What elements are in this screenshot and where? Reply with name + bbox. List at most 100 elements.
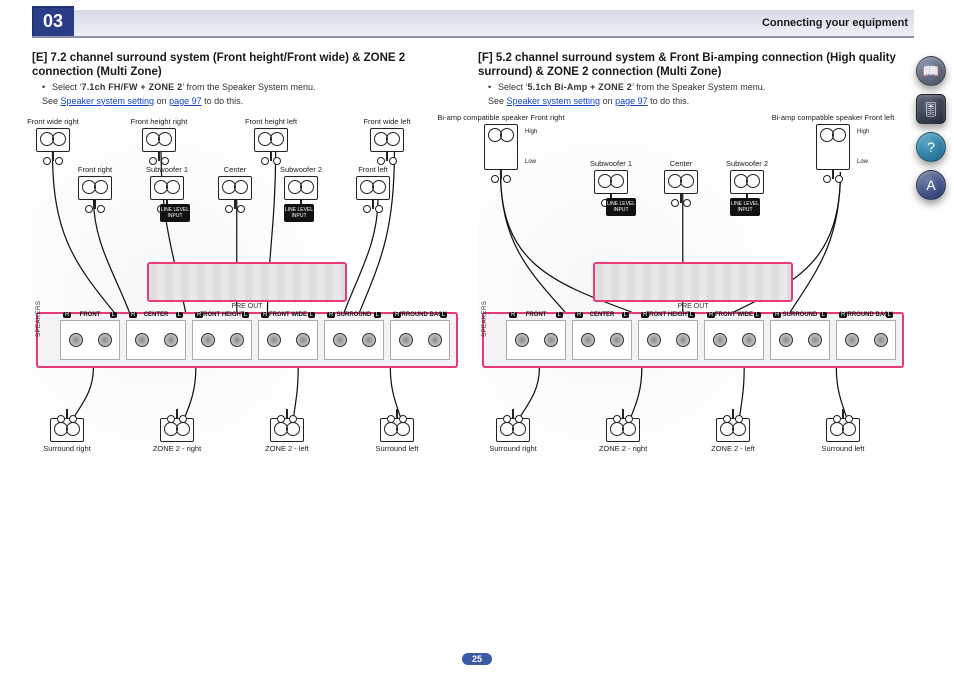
- binding-post: [845, 333, 859, 347]
- speaker-plug: [176, 409, 178, 419]
- terminal-group: FRONTRL: [60, 320, 120, 360]
- binding-post: [362, 333, 376, 347]
- speaker-box: Front wide left: [370, 128, 404, 152]
- chapter-tab: 03: [32, 6, 74, 36]
- terminal-l-badge: L: [688, 312, 695, 318]
- binding-post: [808, 333, 822, 347]
- terminal-group: SURROUND BACKRL: [390, 320, 450, 360]
- text: on: [154, 96, 169, 106]
- speaker-label: Subwoofer 1: [590, 159, 632, 168]
- bullet-f-1: Select ‘5.1ch Bi-Amp + ZONE 2’ from the …: [488, 82, 908, 92]
- speaker-label: ZONE 2 - right: [599, 444, 647, 453]
- terminal-l-badge: L: [886, 312, 893, 318]
- terminal-group: SURROUNDRL: [324, 320, 384, 360]
- speaker-label: Center: [224, 165, 247, 174]
- speaker-plug: [372, 199, 374, 209]
- terminal-l-badge: L: [110, 312, 117, 318]
- heading-f: [F] 5.2 channel surround system & Front …: [478, 52, 908, 80]
- speaker-plug: [842, 409, 844, 419]
- biamp-high-label: High: [525, 129, 537, 135]
- binding-post: [333, 333, 347, 347]
- preout-label-e: PRE OUT: [231, 303, 262, 310]
- speaker-plug: [52, 151, 54, 161]
- section-title: Connecting your equipment: [762, 17, 914, 29]
- terminal-group: SURROUND BACKRL: [836, 320, 896, 360]
- link-page-97-e[interactable]: page 97: [169, 96, 202, 106]
- binding-post: [742, 333, 756, 347]
- terminal-group: FRONT WIDERL: [704, 320, 764, 360]
- heading-e: [E] 7.2 channel surround system (Front h…: [32, 52, 462, 80]
- speaker-label: Surround right: [489, 444, 537, 453]
- text: ’ from the Speaker System menu.: [632, 82, 765, 92]
- speaker-plug: [66, 409, 68, 419]
- speaker-box: Subwoofer 2: [284, 176, 318, 200]
- speaker-box: Subwoofer 1: [594, 170, 628, 194]
- terminal-group: SURROUNDRL: [770, 320, 830, 360]
- terminal-r-badge: R: [641, 312, 649, 318]
- terminal-r-badge: R: [773, 312, 781, 318]
- speaker-plug: [622, 409, 624, 419]
- section-header: Connecting your equipment: [32, 10, 914, 38]
- text: Select ‘: [498, 82, 528, 92]
- link-page-97-f[interactable]: page 97: [615, 96, 648, 106]
- speaker-label: Surround left: [822, 444, 865, 453]
- speaker-box: Front left: [356, 176, 390, 200]
- terminal-group: FRONT WIDERL: [258, 320, 318, 360]
- binding-post: [581, 333, 595, 347]
- speaker-label: Surround right: [43, 444, 91, 453]
- terminal-r-badge: R: [129, 312, 137, 318]
- speaker-box: Front wide right: [36, 128, 70, 152]
- rail-groups-f: FRONTRLCENTERRLFRONT HEIGHTRLFRONT WIDER…: [506, 320, 896, 360]
- rail-label-e: SPEAKERS: [36, 300, 42, 336]
- terminal-group: FRONTRL: [506, 320, 566, 360]
- biamp-low-label: Low: [525, 159, 536, 165]
- speaker-box: Center: [218, 176, 252, 200]
- help-icon[interactable]: ?: [916, 132, 946, 162]
- terminal-l-badge: L: [308, 312, 315, 318]
- line-level-input-box: LINE LEVEL INPUT: [284, 204, 314, 222]
- speaker-label: ZONE 2 - left: [265, 444, 309, 453]
- rail-label-f: SPEAKERS: [482, 300, 488, 336]
- speaker-label: ZONE 2 - right: [153, 444, 201, 453]
- speaker-label: Subwoofer 1: [146, 165, 188, 174]
- terminal-l-badge: L: [176, 312, 183, 318]
- speaker-box: Bi-amp compatible speaker Front leftHigh…: [816, 124, 850, 170]
- code-f: 5.1ch Bi-Amp + ZONE 2: [528, 82, 632, 92]
- binding-post: [98, 333, 112, 347]
- speakers-rail-e: SPEAKERS FRONTRLCENTERRLFRONT HEIGHTRLFR…: [36, 312, 458, 368]
- binding-post: [544, 333, 558, 347]
- terminal-r-badge: R: [195, 312, 203, 318]
- speaker-label: Center: [670, 159, 693, 168]
- terminal-r-badge: R: [261, 312, 269, 318]
- binding-post: [874, 333, 888, 347]
- terminal-l-badge: L: [622, 312, 629, 318]
- speaker-plug: [270, 151, 272, 161]
- content-columns: [E] 7.2 channel surround system (Front h…: [32, 48, 908, 645]
- speaker-plug: [732, 409, 734, 419]
- binding-post: [647, 333, 661, 347]
- speaker-box: ZONE 2 - left: [270, 418, 304, 442]
- bullet-e-1: Select ‘7.1ch FH/FW + ZONE 2’ from the S…: [42, 82, 462, 92]
- speaker-box: Center: [664, 170, 698, 194]
- speaker-plug: [234, 199, 236, 209]
- speaker-plug: [500, 169, 502, 179]
- binding-post: [515, 333, 529, 347]
- book-icon[interactable]: 📖: [916, 56, 946, 86]
- preout-block-f: PRE OUT: [593, 262, 793, 302]
- terminal-r-badge: R: [509, 312, 517, 318]
- terminal-l-badge: L: [242, 312, 249, 318]
- terminal-group: CENTERRL: [572, 320, 632, 360]
- binding-post: [399, 333, 413, 347]
- binding-post: [230, 333, 244, 347]
- diagram-f: PRE OUT SPEAKERS FRONTRLCENTERRLFRONT HE…: [478, 112, 908, 472]
- link-speaker-system-setting-f[interactable]: Speaker system setting: [507, 96, 601, 106]
- link-speaker-system-setting[interactable]: Speaker system setting: [61, 96, 155, 106]
- speaker-label: Subwoofer 2: [726, 159, 768, 168]
- abc-icon[interactable]: A: [916, 170, 946, 200]
- speaker-label: Subwoofer 2: [280, 165, 322, 174]
- speaker-plug: [286, 409, 288, 419]
- speaker-plug: [386, 151, 388, 161]
- sliders-icon[interactable]: 🎚: [916, 94, 946, 124]
- text: to do this.: [648, 96, 690, 106]
- speaker-box: ZONE 2 - right: [160, 418, 194, 442]
